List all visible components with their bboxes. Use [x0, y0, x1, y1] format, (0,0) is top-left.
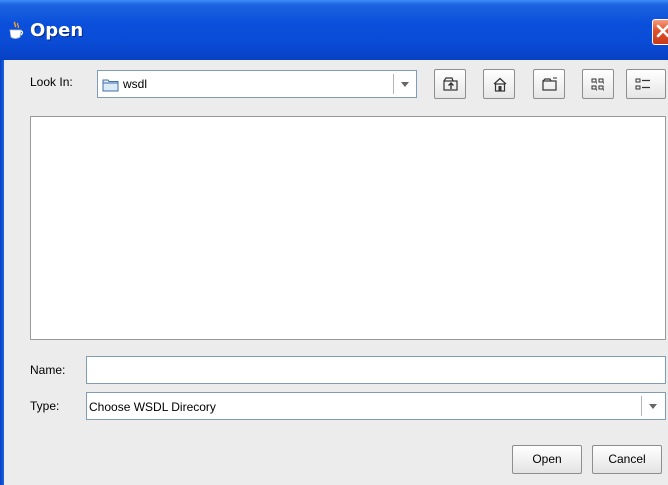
list-view-icon	[591, 78, 604, 91]
file-name-input[interactable]	[86, 356, 666, 384]
home-button[interactable]	[483, 69, 515, 99]
window-frame	[0, 60, 4, 485]
file-type-combo[interactable]: Choose WSDL Direcory	[86, 392, 666, 420]
close-button[interactable]	[652, 19, 668, 45]
look-in-label: Look In:	[30, 75, 73, 89]
up-folder-icon	[443, 77, 458, 91]
new-folder-icon	[542, 77, 557, 91]
file-type-value: Choose WSDL Direcory	[89, 400, 216, 414]
file-list[interactable]	[30, 116, 666, 340]
details-view-icon	[635, 78, 650, 90]
chevron-down-icon[interactable]	[401, 82, 409, 87]
window-title: Open	[30, 20, 84, 41]
new-folder-button[interactable]	[533, 69, 565, 99]
open-dialog: Open Look In: wsdl Name: Type: Choose WS…	[0, 0, 668, 485]
folder-icon	[102, 79, 119, 92]
look-in-combo[interactable]: wsdl	[97, 70, 417, 98]
list-view-button[interactable]	[582, 69, 614, 99]
title-bar[interactable]: Open	[0, 0, 668, 60]
combo-separator	[641, 396, 642, 416]
chevron-down-icon[interactable]	[649, 404, 657, 409]
type-label: Type:	[30, 399, 60, 413]
home-icon	[493, 77, 507, 92]
open-button[interactable]: Open	[512, 445, 582, 474]
close-icon	[656, 24, 668, 38]
look-in-value: wsdl	[123, 77, 148, 91]
cancel-button[interactable]: Cancel	[592, 445, 662, 474]
details-view-button[interactable]	[626, 69, 666, 99]
up-one-level-button[interactable]	[434, 69, 466, 99]
name-label: Name:	[30, 363, 66, 377]
java-cup-icon	[9, 21, 24, 39]
combo-separator	[393, 74, 394, 94]
